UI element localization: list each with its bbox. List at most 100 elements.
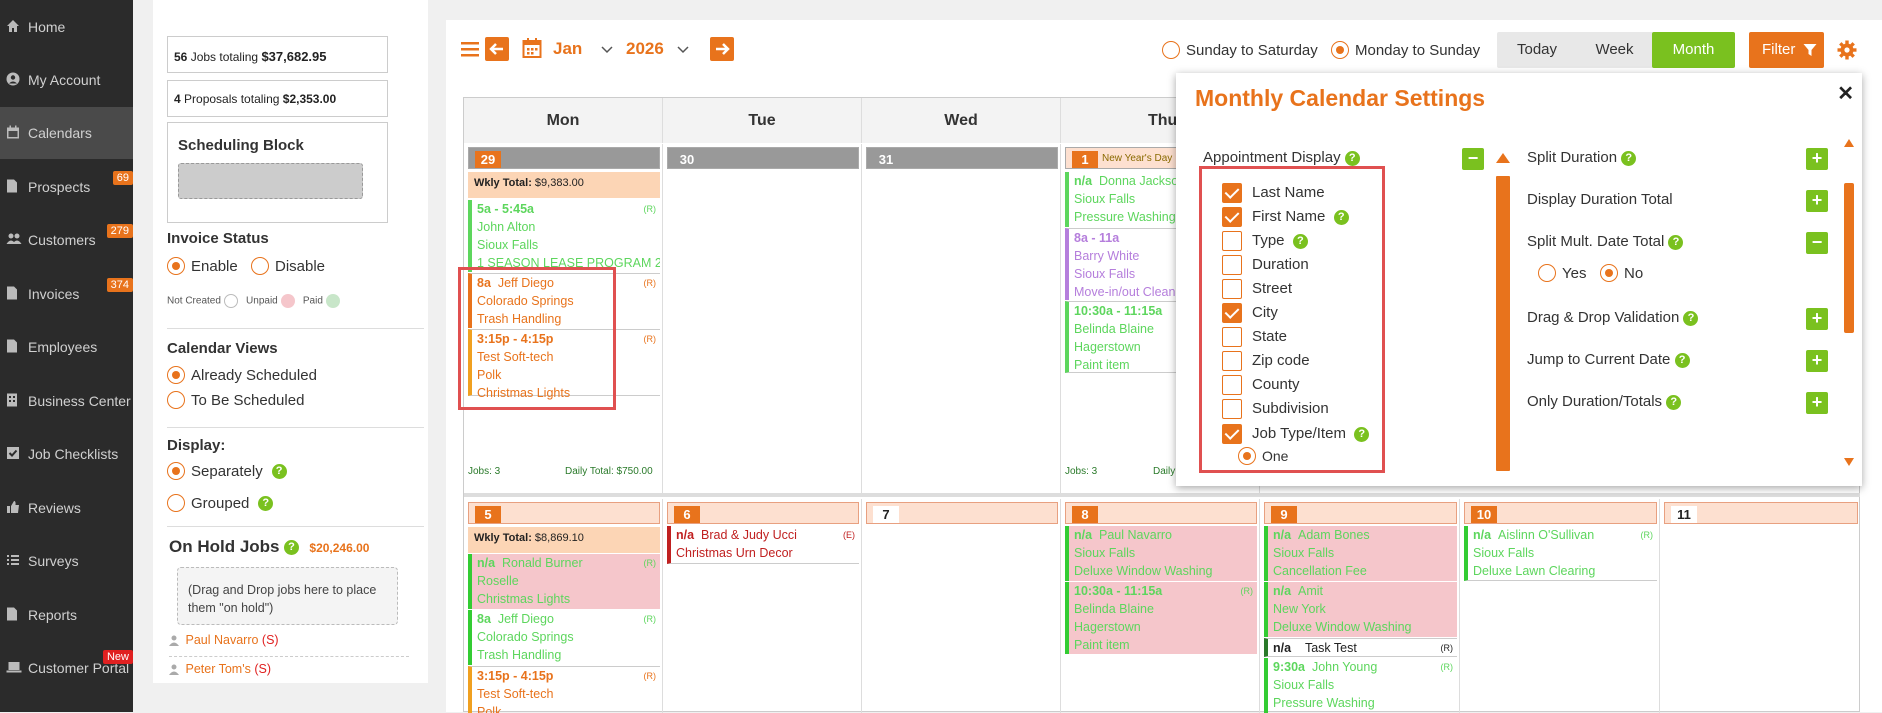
no-option[interactable]: No: [1600, 264, 1643, 282]
filter-button[interactable]: Filter: [1749, 32, 1824, 68]
checkbox-duration[interactable]: [1222, 255, 1242, 275]
help-icon[interactable]: ?: [1344, 150, 1360, 166]
job-entry[interactable]: n/a Brad & Judy Ucci Christmas Urn Decor…: [667, 526, 859, 564]
on-hold-drop-zone[interactable]: (Drag and Drop jobs here to place them "…: [177, 567, 398, 625]
already-scheduled-option[interactable]: Already Scheduled: [167, 366, 317, 384]
nav-item-business-center[interactable]: Business Center: [0, 375, 133, 427]
inner-scrollbar[interactable]: [1496, 176, 1510, 471]
day-cell-wed-7[interactable]: 7: [862, 499, 1061, 713]
job-entry[interactable]: n/a Paul Navarro Sioux Falls Deluxe Wind…: [1065, 526, 1257, 581]
nav-item-customer-portal[interactable]: Customer Portal New: [0, 642, 133, 694]
checkbox-zip-code[interactable]: [1222, 351, 1242, 371]
day-cell-sat-10[interactable]: 10 n/a Aislinn O'Sullivan Sioux Falls De…: [1460, 499, 1660, 713]
job-entry[interactable]: n/a Aislinn O'Sullivan Sioux Falls Delux…: [1464, 526, 1657, 581]
split-duration-toggle[interactable]: +: [1806, 148, 1828, 170]
nav-item-reports[interactable]: Reports: [0, 589, 133, 641]
scroll-up-arrow[interactable]: [1496, 153, 1510, 163]
nav-item-surveys[interactable]: Surveys: [0, 535, 133, 587]
scheduling-drop-zone[interactable]: [178, 163, 363, 199]
invoice-enable-option[interactable]: Enable: [167, 257, 238, 275]
checkbox-job-type-item[interactable]: [1222, 424, 1242, 444]
checkbox-subdivision[interactable]: [1222, 399, 1242, 419]
drag-drop-validation-toggle[interactable]: +: [1806, 308, 1828, 330]
day-cell-thu-8[interactable]: 8 n/a Paul Navarro Sioux Falls Deluxe Wi…: [1061, 499, 1260, 713]
checkbox-street[interactable]: [1222, 279, 1242, 299]
to-be-scheduled-radio[interactable]: [167, 391, 185, 409]
prev-month-button[interactable]: [485, 37, 509, 61]
nav-item-job-checklists[interactable]: Job Checklists: [0, 428, 133, 480]
jump-to-current-date-toggle[interactable]: +: [1806, 350, 1828, 372]
sunday-start-option[interactable]: Sunday to Saturday: [1162, 41, 1318, 59]
day-cell-tue-30[interactable]: 30: [663, 144, 862, 493]
nav-item-reviews[interactable]: Reviews: [0, 482, 133, 534]
gear-icon[interactable]: [1837, 40, 1857, 60]
help-icon[interactable]: ?: [1292, 233, 1308, 249]
checkbox-county[interactable]: [1222, 375, 1242, 395]
month-select[interactable]: Jan: [553, 39, 613, 59]
nav-item-home[interactable]: Home: [0, 1, 133, 53]
nav-item-customers[interactable]: Customers 279: [0, 214, 133, 266]
job-entry[interactable]: n/a Ronald Burner Roselle Christmas Ligh…: [468, 554, 660, 609]
scroll-up-arrow[interactable]: [1844, 139, 1854, 147]
nav-item-calendars[interactable]: Calendars: [0, 107, 133, 159]
outer-scrollbar-thumb[interactable]: [1844, 183, 1854, 333]
help-icon[interactable]: ?: [1683, 310, 1699, 326]
day-cell-sun-11[interactable]: 11: [1660, 499, 1860, 713]
separately-radio[interactable]: [167, 462, 185, 480]
on-hold-item[interactable]: Paul Navarro (S): [169, 633, 409, 657]
sunday-start-radio[interactable]: [1162, 41, 1180, 59]
calendar-icon[interactable]: [522, 37, 542, 59]
checkbox-last-name[interactable]: [1222, 183, 1242, 203]
one-radio[interactable]: [1238, 447, 1256, 465]
job-entry[interactable]: n/a Task Test (R): [1264, 638, 1457, 657]
help-icon[interactable]: ?: [1621, 150, 1637, 166]
day-cell-fri-9[interactable]: 9 n/a Adam Bones Sioux Falls Cancellatio…: [1260, 499, 1460, 713]
job-entry[interactable]: 10:30a - 11:15a Belinda Blaine Hagerstow…: [1065, 582, 1257, 654]
menu-icon[interactable]: [460, 40, 480, 58]
separately-option[interactable]: Separately ?: [167, 462, 287, 480]
day-cell-tue-6[interactable]: 6 n/a Brad & Judy Ucci Christmas Urn Dec…: [663, 499, 862, 713]
yes-option[interactable]: Yes: [1538, 264, 1586, 282]
help-icon[interactable]: ?: [1668, 234, 1684, 250]
job-entry[interactable]: 8a Jeff Diego Colorado Springs Trash Han…: [468, 610, 660, 665]
monday-start-radio[interactable]: [1331, 41, 1349, 59]
already-scheduled-radio[interactable]: [167, 366, 185, 384]
monday-start-option[interactable]: Monday to Sunday: [1331, 41, 1480, 59]
yes-radio[interactable]: [1538, 264, 1556, 282]
on-hold-item[interactable]: Peter Tom's (S): [169, 662, 409, 682]
no-radio[interactable]: [1600, 264, 1618, 282]
job-entry[interactable]: 9:30a John Young Sioux Falls Pressure Wa…: [1264, 658, 1457, 713]
checkbox-first-name[interactable]: [1222, 207, 1242, 227]
help-icon[interactable]: ?: [258, 495, 274, 511]
day-cell-wed-31[interactable]: 31: [862, 144, 1061, 493]
scroll-down-arrow[interactable]: [1844, 458, 1854, 466]
nav-item-my-account[interactable]: My Account: [0, 54, 133, 106]
job-entry[interactable]: n/a Adam Bones Sioux Falls Cancellation …: [1264, 526, 1457, 581]
next-month-button[interactable]: [710, 37, 734, 61]
help-icon[interactable]: ?: [283, 540, 299, 556]
disable-radio[interactable]: [251, 257, 269, 275]
nav-item-prospects[interactable]: Prospects 69: [0, 161, 133, 213]
checkbox-city[interactable]: [1222, 303, 1242, 323]
to-be-scheduled-option[interactable]: To Be Scheduled: [167, 391, 304, 409]
day-cell-mon-5[interactable]: 5 Wkly Total: $8,869.10 n/a Ronald Burne…: [464, 499, 663, 713]
today-button[interactable]: Today: [1497, 32, 1577, 68]
help-icon[interactable]: ?: [271, 463, 287, 479]
close-icon[interactable]: ✕: [1837, 81, 1854, 106]
enable-radio[interactable]: [167, 257, 185, 275]
job-entry[interactable]: 3:15p - 4:15p Test Soft-tech Polk (R): [468, 666, 660, 713]
display-duration-total-toggle[interactable]: +: [1806, 190, 1828, 212]
job-entry[interactable]: n/a Amit New York Deluxe Window Washing: [1264, 582, 1457, 637]
nav-item-employees[interactable]: Employees: [0, 321, 133, 373]
checkbox-state[interactable]: [1222, 327, 1242, 347]
checkbox-type[interactable]: [1222, 231, 1242, 251]
help-icon[interactable]: ?: [1666, 394, 1682, 410]
grouped-option[interactable]: Grouped ?: [167, 494, 274, 512]
help-icon[interactable]: ?: [1354, 426, 1370, 442]
job-entry[interactable]: 5a - 5:45a John Alton Sioux Falls 1 SEAS…: [468, 200, 660, 272]
month-button[interactable]: Month: [1652, 32, 1735, 68]
job-type-one-option[interactable]: One: [1238, 447, 1288, 465]
week-button[interactable]: Week: [1577, 32, 1652, 68]
help-icon[interactable]: ?: [1333, 209, 1349, 225]
invoice-disable-option[interactable]: Disable: [251, 257, 325, 275]
